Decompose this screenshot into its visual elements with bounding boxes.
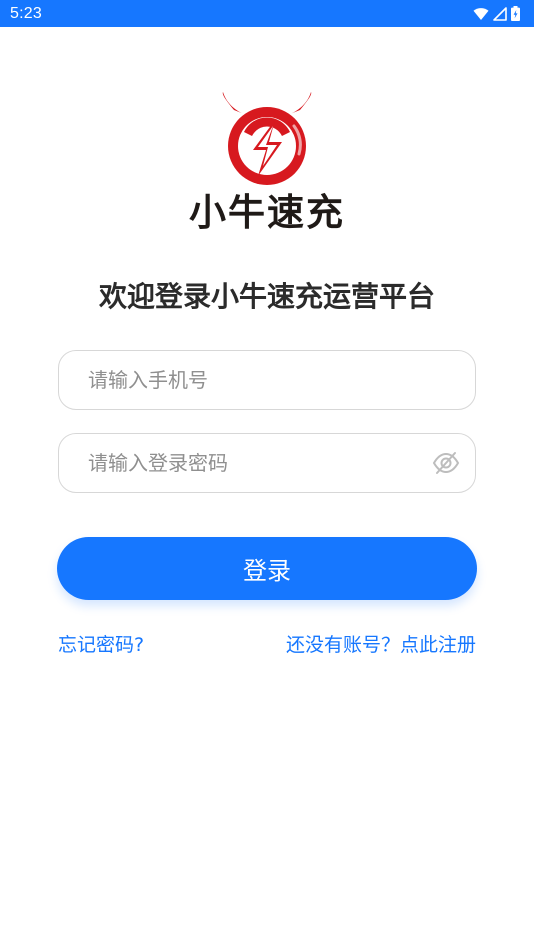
login-screen: 5:23 小牛速充 欢迎登录小牛速充运营平台 请输入手机号 登录 忘记密码? 还… [0, 0, 534, 950]
cell-signal-icon [493, 6, 507, 21]
forgot-password-link[interactable]: 忘记密码? [58, 632, 144, 658]
brand-logo: 小牛速充 [177, 92, 357, 238]
status-time: 5:23 [10, 4, 42, 22]
password-input[interactable] [88, 434, 431, 492]
password-field[interactable] [58, 433, 476, 493]
login-button[interactable]: 登录 [57, 537, 477, 600]
eye-off-icon[interactable] [431, 448, 461, 478]
status-bar: 5:23 [0, 0, 534, 27]
battery-charging-icon [511, 6, 520, 21]
brand-logo-text: 小牛速充 [189, 191, 345, 234]
page-title: 欢迎登录小牛速充运营平台 [98, 280, 435, 313]
status-icons [473, 6, 520, 21]
phone-input[interactable] [88, 351, 475, 409]
wifi-icon [473, 7, 489, 21]
bull-lightning-logo-icon [220, 92, 314, 188]
phone-field[interactable] [58, 350, 476, 410]
register-link[interactable]: 还没有账号？点此注册 [286, 632, 476, 658]
